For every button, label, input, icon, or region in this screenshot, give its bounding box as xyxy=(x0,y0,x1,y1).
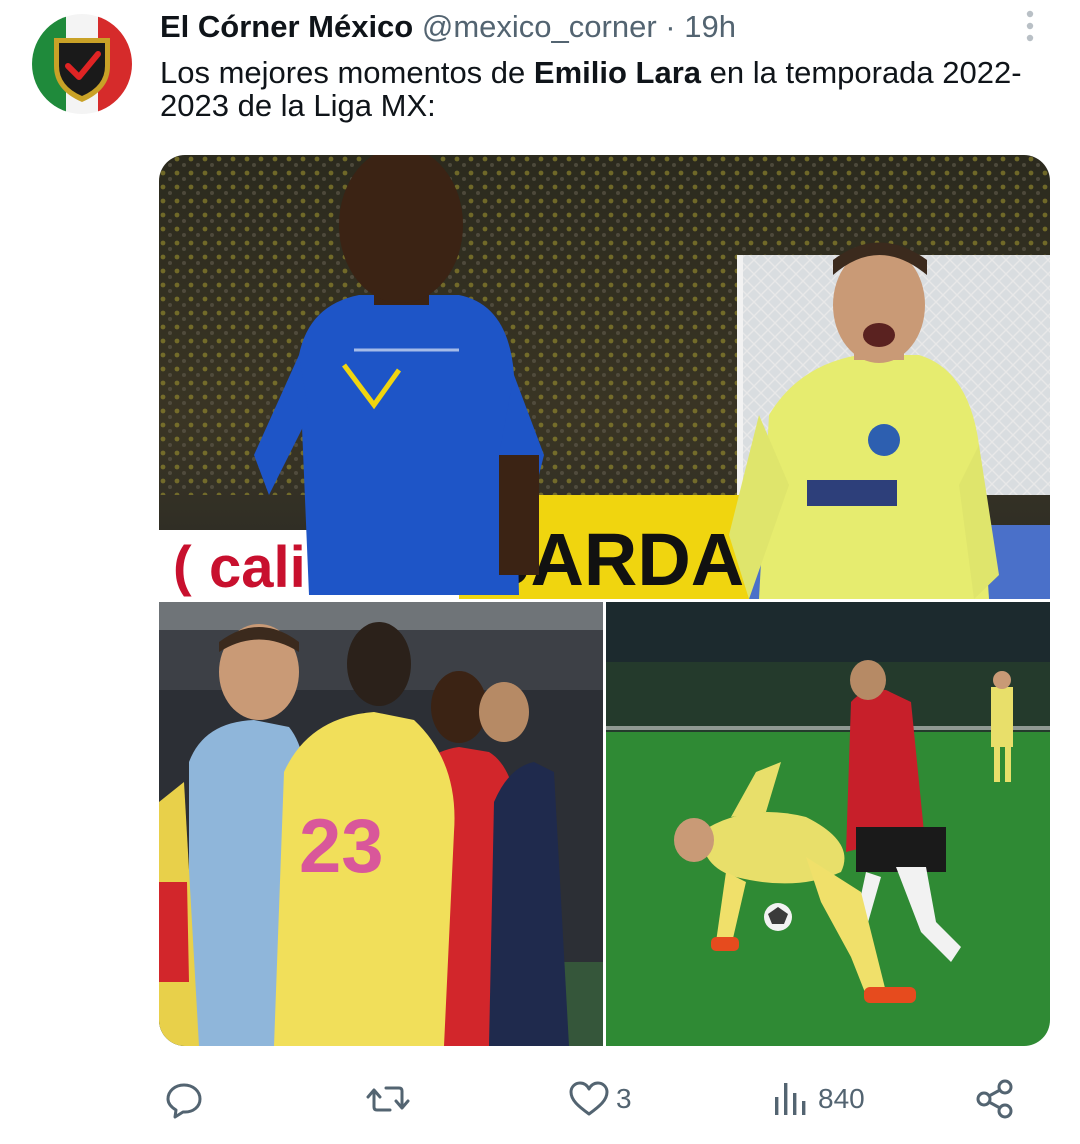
tweet-text-intro: Los mejores momentos de xyxy=(160,55,534,90)
views-button[interactable]: 840 xyxy=(772,1076,865,1122)
tweet-header: El Córner México @mexico_corner · 19h xyxy=(160,8,1000,46)
media-image-bottom-left[interactable]: 23 xyxy=(159,602,603,1046)
retweet-button[interactable] xyxy=(366,1076,416,1122)
views-count: 840 xyxy=(818,1083,865,1114)
tweet-text: Los mejores momentos de Emilio Lara en l… xyxy=(160,56,1040,122)
players-scuffle-illustration: 23 xyxy=(159,602,603,1046)
svg-text:23: 23 xyxy=(299,804,384,889)
avatar[interactable] xyxy=(32,14,132,114)
media-grid[interactable]: ( cali BARDAHL 23 xyxy=(159,155,1050,1046)
author-name[interactable]: El Córner México xyxy=(160,9,413,44)
media-image-top[interactable]: ( cali BARDAHL xyxy=(159,155,1050,599)
like-button[interactable]: 3 xyxy=(568,1076,632,1122)
retweet-icon xyxy=(366,1086,410,1112)
separator-dot: · xyxy=(665,9,676,44)
banner-sponsor-1: cali xyxy=(209,535,306,599)
views-icon xyxy=(775,1083,806,1115)
heart-icon xyxy=(569,1081,609,1116)
author-handle[interactable]: @mexico_corner xyxy=(422,9,657,44)
stadium-scene-illustration: ( cali BARDAHL xyxy=(159,155,1050,599)
svg-text:(: ( xyxy=(173,534,192,597)
like-count: 3 xyxy=(616,1083,632,1114)
more-icon xyxy=(1026,10,1034,42)
share-icon xyxy=(976,1079,1013,1119)
timestamp[interactable]: 19h xyxy=(684,9,736,44)
tweet-actions: 3 840 xyxy=(160,1076,1040,1122)
avatar-logo xyxy=(32,14,132,114)
reply-button[interactable] xyxy=(164,1076,210,1122)
media-image-bottom-right[interactable] xyxy=(606,602,1050,1046)
share-button[interactable] xyxy=(974,1076,1016,1122)
reply-icon xyxy=(166,1083,202,1119)
tweet-text-player[interactable]: Emilio Lara xyxy=(534,55,701,90)
more-button[interactable] xyxy=(1018,8,1042,48)
pitch-action-illustration xyxy=(606,602,1050,1046)
